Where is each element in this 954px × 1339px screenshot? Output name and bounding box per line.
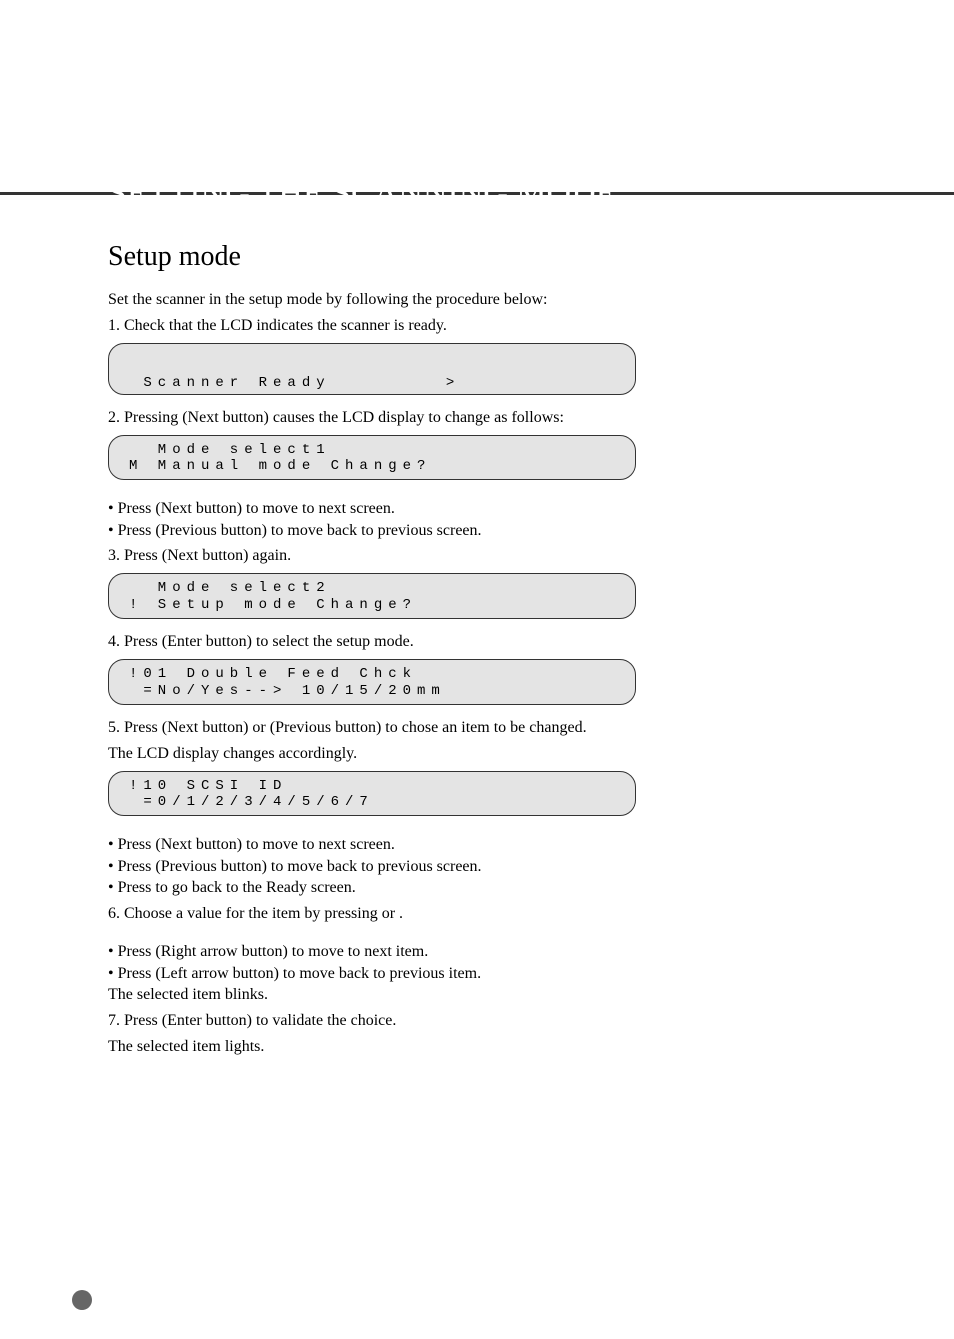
after5-c: • Press to go back to the Ready screen. xyxy=(108,877,356,899)
step-2-instruction: 2. Pressing (Next button) causes the LCD… xyxy=(108,409,894,427)
lcd-5-line1: !10 SCSI ID xyxy=(129,778,287,794)
lcd-display-3: Mode select2 ! Setup mode Change? xyxy=(108,573,636,619)
lcd-3-line1: Mode select2 xyxy=(129,580,331,596)
step-7-instruction-a: 7. Press (Enter button) to validate the … xyxy=(108,1012,894,1030)
after-step-6: • Press (Right arrow button) to move to … xyxy=(108,941,894,1006)
page-number-dot xyxy=(72,1290,92,1310)
step-5-instruction-a: 5. Press (Next button) or (Previous butt… xyxy=(108,719,894,737)
step-3-instruction: 3. Press (Next button) again. xyxy=(108,547,894,565)
bullet-a: • Press (Next button) to move to next sc… xyxy=(108,498,395,520)
lcd-4-line1: !01 Double Feed Chck xyxy=(129,666,417,682)
lcd-display-1: Scanner Ready > xyxy=(108,343,636,395)
lcd-display-2: Mode select1 M Manual mode Change? xyxy=(108,435,636,481)
step-1-instruction: 1. Check that the LCD indicates the scan… xyxy=(108,317,894,335)
section-intro: Set the scanner in the setup mode by fol… xyxy=(108,291,894,309)
main-content: SETTING THE SCANNING MODE Setup mode Set… xyxy=(0,195,954,1056)
chapter-title: SETTING THE SCANNING MODE xyxy=(108,175,894,213)
lcd-2-line2: M Manual mode Change? xyxy=(129,458,431,474)
after6-b: • Press (Left arrow button) to move back… xyxy=(108,963,481,985)
after6-a: • Press (Right arrow button) to move to … xyxy=(108,941,428,963)
step-7-instruction-b: The selected item lights. xyxy=(108,1038,894,1056)
lcd-3-line2: ! Setup mode Change? xyxy=(129,597,417,613)
lcd-2-line1: Mode select1 xyxy=(129,442,331,458)
after5-a: • Press (Next button) to move to next sc… xyxy=(108,834,395,856)
between-step-2-3: • Press (Next button) to move to next sc… xyxy=(108,498,894,541)
after-step-5: • Press (Next button) to move to next sc… xyxy=(108,834,894,899)
step-6-instruction: 6. Choose a value for the item by pressi… xyxy=(108,905,894,923)
lcd-4-line2: =No/Yes--> 10/15/20mm xyxy=(129,683,446,699)
running-head: SETTING THE SCANNING MODE xyxy=(665,362,894,380)
bullet-b: • Press (Previous button) to move back t… xyxy=(108,520,482,542)
lcd-5-line2: =0/1/2/3/4/5/6/7 xyxy=(129,794,374,810)
lcd-1-line2: Scanner Ready > xyxy=(129,375,460,391)
lcd-display-5: !10 SCSI ID =0/1/2/3/4/5/6/7 xyxy=(108,771,636,817)
page-number: 38 xyxy=(100,1290,118,1311)
after5-b: • Press (Previous button) to move back t… xyxy=(108,856,482,878)
step-4-instruction: 4. Press (Enter button) to select the se… xyxy=(108,633,894,651)
after6-c: The selected item blinks. xyxy=(108,984,268,1006)
lcd-display-4: !01 Double Feed Chck =No/Yes--> 10/15/20… xyxy=(108,659,636,705)
section-title: Setup mode xyxy=(108,241,894,273)
step-5-instruction-b: The LCD display changes accordingly. xyxy=(108,745,894,763)
